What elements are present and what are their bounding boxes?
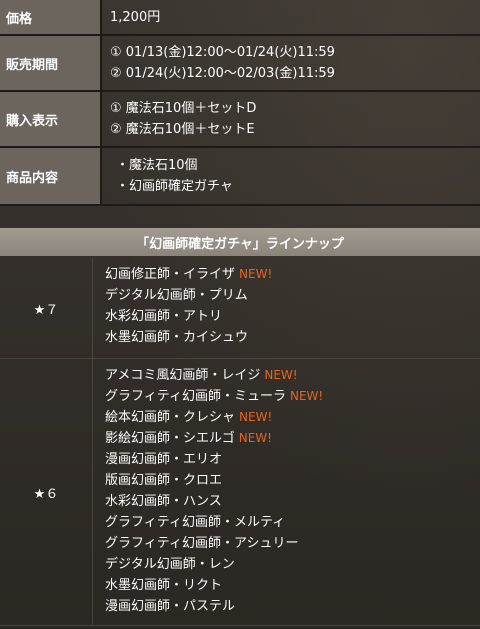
- period-label: 販売期間: [0, 36, 102, 90]
- character-name: 漫画幻画師・パステル: [105, 599, 236, 614]
- character-name: グラフィティ幻画師・ミューラ: [105, 389, 286, 404]
- character-item: 水彩幻画師・ハンス: [105, 491, 323, 512]
- character-item: デジタル幻画師・プリム: [105, 285, 272, 306]
- price-value: 1,200円: [110, 9, 161, 25]
- character-name: 水彩幻画師・ハンス: [105, 494, 222, 509]
- contents-label: 商品内容: [0, 148, 102, 204]
- new-badge: NEW!: [238, 431, 272, 445]
- period-row: 販売期間 ① 01/13(金)12:00～01/24(火)11:59 ② 01/…: [0, 36, 480, 92]
- character-name: 絵本幻画師・クレシャ: [105, 410, 236, 425]
- character-item: 幻画修正師・イライザ NEW!: [105, 264, 272, 285]
- character-item: 水墨幻画師・リクト: [105, 575, 323, 596]
- lineup-title: 「幻画師確定ガチャ」ラインナップ: [0, 228, 480, 256]
- period-line: ② 01/24(火)12:00～02/03(金)11:59: [110, 66, 335, 81]
- character-item: 絵本幻画師・クレシャ NEW!: [105, 407, 323, 428]
- character-item: 版画幻画師・クロエ: [105, 470, 323, 491]
- character-item: アメコミ風幻画師・レイジ NEW!: [105, 365, 323, 386]
- price-label: 価格: [0, 0, 102, 34]
- character-name: 影絵幻画師・シエルゴ: [105, 431, 235, 446]
- character-name: デジタル幻画師・レン: [105, 557, 235, 572]
- new-badge: NEW!: [239, 410, 273, 424]
- character-name: グラフィティ幻画師・アシュリー: [105, 536, 299, 551]
- character-name: 幻画修正師・イライザ: [105, 267, 236, 282]
- display-value-cell: ① 魔法石10個＋セットD ② 魔法石10個＋セットE: [102, 92, 480, 146]
- price-row: 価格 1,200円: [0, 0, 480, 36]
- contents-line: ・魔法石10個: [116, 158, 198, 173]
- tier-character-list: アメコミ風幻画師・レイジ NEW! グラフィティ幻画師・ミューラ NEW! 絵本幻画師・…: [93, 359, 323, 625]
- tier-rank: ★６: [0, 359, 93, 625]
- character-name: アメコミ風幻画師・レイジ: [105, 368, 261, 383]
- character-name: 水墨幻画師・カイシュウ: [105, 330, 249, 345]
- new-badge: NEW!: [264, 368, 298, 382]
- new-badge: NEW!: [239, 267, 273, 281]
- price-value-cell: 1,200円: [102, 0, 480, 34]
- display-line: ① 魔法石10個＋セットD: [110, 101, 257, 116]
- character-item: グラフィティ幻画師・アシュリー: [105, 533, 323, 554]
- character-item: グラフィティ幻画師・ミューラ NEW!: [105, 386, 323, 407]
- tier-7-row: ★７ 幻画修正師・イライザ NEW! デジタル幻画師・プリム 水彩幻画師・アトリ水墨幻…: [0, 258, 480, 359]
- tier-character-list: 幻画修正師・イライザ NEW! デジタル幻画師・プリム 水彩幻画師・アトリ水墨幻画師・…: [93, 258, 272, 358]
- character-item: 影絵幻画師・シエルゴ NEW!: [105, 428, 323, 449]
- character-item: 漫画幻画師・パステル: [105, 596, 323, 617]
- contents-value-cell: ・魔法石10個 ・幻画師確定ガチャ: [102, 148, 480, 204]
- display-label: 購入表示: [0, 92, 102, 146]
- new-badge: NEW!: [289, 389, 324, 403]
- period-line: ① 01/13(金)12:00～01/24(火)11:59: [110, 45, 335, 60]
- character-name: 版画幻画師・クロエ: [105, 473, 223, 488]
- tier-rank: ★７: [0, 258, 93, 358]
- period-value-cell: ① 01/13(金)12:00～01/24(火)11:59 ② 01/24(火)…: [102, 36, 480, 90]
- character-item: グラフィティ幻画師・メルティ: [105, 512, 323, 533]
- page: 価格 1,200円 販売期間 ① 01/13(金)12:00～01/24(火)1…: [0, 0, 480, 629]
- character-item: 水彩幻画師・アトリ: [105, 306, 272, 327]
- display-line: ② 魔法石10個＋セットE: [110, 122, 255, 137]
- contents-line: ・幻画師確定ガチャ: [116, 179, 233, 194]
- character-name: グラフィティ幻画師・メルティ: [105, 515, 286, 530]
- info-table: 価格 1,200円 販売期間 ① 01/13(金)12:00～01/24(火)1…: [0, 0, 480, 206]
- character-item: 水墨幻画師・カイシュウ: [105, 327, 272, 348]
- character-name: 漫画幻画師・エリオ: [105, 452, 223, 467]
- character-item: デジタル幻画師・レン: [105, 554, 323, 575]
- character-name: 水墨幻画師・リクト: [105, 578, 223, 593]
- contents-row: 商品内容 ・魔法石10個 ・幻画師確定ガチャ: [0, 148, 480, 206]
- character-name: デジタル幻画師・プリム: [105, 288, 248, 303]
- character-name: 水彩幻画師・アトリ: [105, 309, 223, 324]
- lineup-table: ★７ 幻画修正師・イライザ NEW! デジタル幻画師・プリム 水彩幻画師・アトリ 水墨幻…: [0, 258, 480, 626]
- character-item: 漫画幻画師・エリオ: [105, 449, 323, 470]
- display-row: 購入表示 ① 魔法石10個＋セットD ② 魔法石10個＋セットE: [0, 92, 480, 148]
- tier-6-row: ★６ アメコミ風幻画師・レイジ NEW! グラフィティ幻画師・ミューラ NEW! 絵本幻…: [0, 359, 480, 626]
